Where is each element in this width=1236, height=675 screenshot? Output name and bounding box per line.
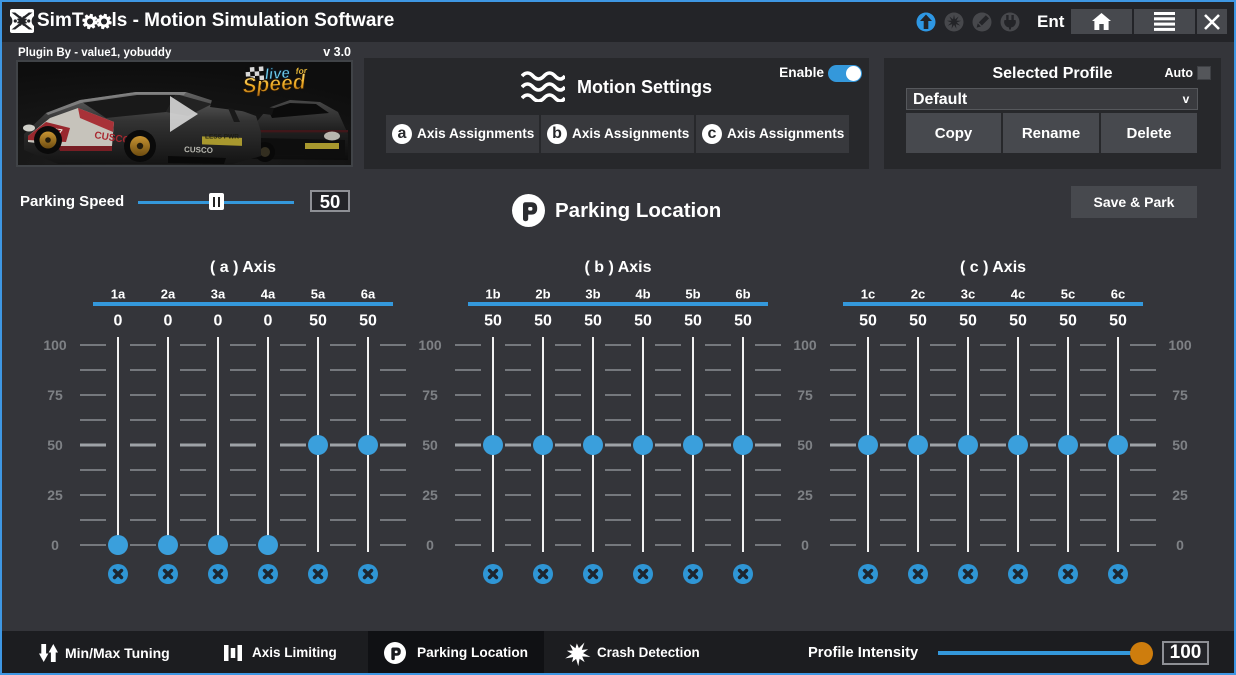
- svg-text:50: 50: [634, 313, 652, 330]
- svg-text:25: 25: [47, 487, 63, 503]
- svg-text:50: 50: [1109, 313, 1127, 330]
- svg-text:( c ) Axis: ( c ) Axis: [960, 259, 1026, 276]
- svg-text:50: 50: [734, 313, 752, 330]
- svg-text:3b: 3b: [585, 287, 600, 302]
- svg-text:25: 25: [1172, 487, 1188, 503]
- svg-text:0: 0: [114, 313, 123, 330]
- svg-text:50: 50: [909, 313, 927, 330]
- svg-text:50: 50: [797, 437, 813, 453]
- svg-text:1c: 1c: [861, 287, 875, 302]
- svg-text:100: 100: [418, 337, 442, 353]
- svg-text:100: 100: [43, 337, 67, 353]
- svg-text:2b: 2b: [535, 287, 550, 302]
- svg-text:50: 50: [859, 313, 877, 330]
- svg-text:100: 100: [793, 337, 817, 353]
- svg-text:4a: 4a: [261, 287, 276, 302]
- svg-text:75: 75: [422, 387, 438, 403]
- svg-text:0: 0: [264, 313, 273, 330]
- svg-text:0: 0: [801, 537, 809, 553]
- svg-text:50: 50: [47, 437, 63, 453]
- svg-text:3c: 3c: [961, 287, 975, 302]
- svg-text:0: 0: [214, 313, 223, 330]
- svg-text:100: 100: [1168, 337, 1192, 353]
- svg-text:25: 25: [797, 487, 813, 503]
- svg-text:75: 75: [797, 387, 813, 403]
- svg-text:25: 25: [422, 487, 438, 503]
- svg-text:0: 0: [1176, 537, 1184, 553]
- svg-text:6b: 6b: [735, 287, 750, 302]
- svg-text:1b: 1b: [485, 287, 500, 302]
- svg-text:5b: 5b: [685, 287, 700, 302]
- svg-text:50: 50: [1059, 313, 1077, 330]
- svg-text:3a: 3a: [211, 287, 226, 302]
- svg-text:5c: 5c: [1061, 287, 1075, 302]
- svg-text:( b ) Axis: ( b ) Axis: [585, 259, 652, 276]
- svg-text:50: 50: [684, 313, 702, 330]
- svg-text:75: 75: [47, 387, 63, 403]
- svg-text:LESS PWR: LESS PWR: [205, 134, 239, 141]
- svg-text:Speed: Speed: [242, 70, 308, 97]
- svg-text:50: 50: [534, 313, 552, 330]
- svg-text:50: 50: [1172, 437, 1188, 453]
- svg-text:1a: 1a: [111, 287, 126, 302]
- svg-text:4c: 4c: [1011, 287, 1025, 302]
- svg-text:6c: 6c: [1111, 287, 1125, 302]
- svg-text:0: 0: [426, 537, 434, 553]
- svg-text:( a ) Axis: ( a ) Axis: [210, 259, 276, 276]
- svg-text:6a: 6a: [361, 287, 376, 302]
- svg-text:50: 50: [359, 313, 377, 330]
- svg-text:50: 50: [309, 313, 327, 330]
- svg-text:50: 50: [584, 313, 602, 330]
- svg-text:50: 50: [959, 313, 977, 330]
- svg-text:50: 50: [422, 437, 438, 453]
- svg-text:75: 75: [1172, 387, 1188, 403]
- svg-text:4b: 4b: [635, 287, 650, 302]
- svg-text:2a: 2a: [161, 287, 176, 302]
- svg-text:0: 0: [51, 537, 59, 553]
- svg-text:2c: 2c: [911, 287, 925, 302]
- svg-text:5a: 5a: [311, 287, 326, 302]
- svg-text:50: 50: [1009, 313, 1027, 330]
- svg-text:0: 0: [164, 313, 173, 330]
- svg-text:CUSCO: CUSCO: [184, 145, 213, 155]
- svg-text:50: 50: [484, 313, 502, 330]
